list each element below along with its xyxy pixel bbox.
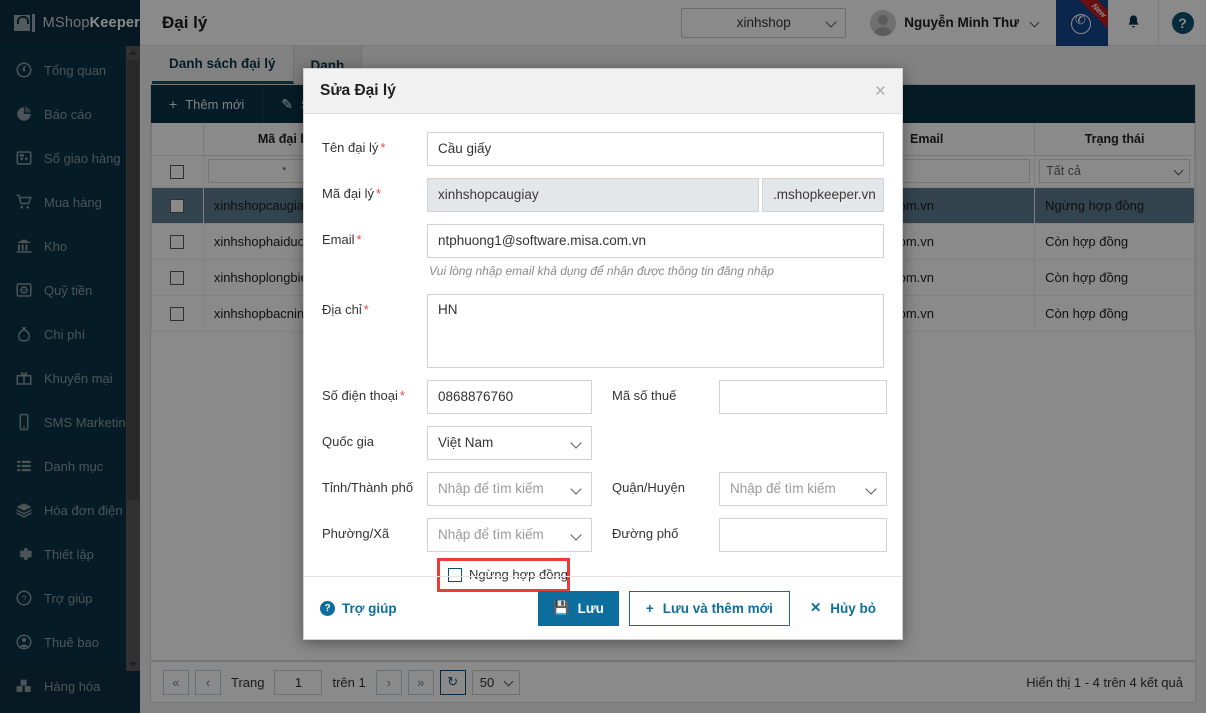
field-row-code: Mã đại lý * xinhshopcaugiay .mshopkeeper.… (322, 178, 884, 212)
field-phone: Số điện thoại * 0868876760 (322, 380, 612, 414)
country-value: Việt Nam (438, 435, 494, 450)
edit-agent-dialog: Sửa Đại lý × Tên đại lý * Cầu giấy Mã đại… (303, 68, 903, 640)
hint-spacer (322, 260, 427, 268)
chevron-down-icon (570, 483, 582, 495)
district-select[interactable]: Nhập để tìm kiếm (719, 472, 887, 506)
control-dia-chi: HN (427, 294, 884, 368)
dialog-actions: 💾 Lưu + Lưu và thêm mới ✕ Hủy bỏ (538, 590, 886, 626)
control-ten-dai-ly: Cầu giấy (427, 132, 884, 166)
dialog-body: Tên đại lý * Cầu giấy Mã đại lý * xinhshop… (304, 114, 902, 595)
control-quan-huyen: Nhập để tìm kiếm (719, 472, 887, 506)
control-ma-dai-ly: xinhshopcaugiay .mshopkeeper.vn (427, 178, 884, 212)
label-dia-chi: Địa chỉ * (322, 302, 369, 317)
country-select[interactable]: Việt Nam (427, 426, 592, 460)
control-tinh-thanh-pho: Nhập để tìm kiếm (427, 472, 592, 506)
control-phuong-xa: Nhập để tìm kiếm (427, 518, 592, 552)
ward-placeholder: Nhập để tìm kiếm (438, 527, 544, 542)
control-quoc-gia: Việt Nam (427, 426, 592, 460)
label-quan-huyen: Quận/Huyện (612, 480, 685, 495)
plus-icon: + (645, 600, 654, 616)
ward-select[interactable]: Nhập để tìm kiếm (427, 518, 592, 552)
field-country: Quốc gia Việt Nam (322, 426, 612, 460)
required-star: * (376, 186, 382, 201)
district-placeholder: Nhập để tìm kiếm (730, 481, 836, 496)
cancel-button[interactable]: ✕ Hủy bỏ (800, 591, 886, 626)
agent-name-input[interactable]: Cầu giấy (427, 132, 884, 166)
email-input[interactable]: ntphuong1@software.misa.com.vn (427, 224, 884, 258)
question-icon: ? (320, 600, 335, 616)
phone-input[interactable]: 0868876760 (427, 380, 592, 414)
required-star: * (380, 140, 386, 155)
field-tax: Mã số thuế (612, 380, 887, 414)
dialog-footer: ? Trợ giúp 💾 Lưu + Lưu và thêm mới ✕ Hủy… (304, 576, 902, 639)
help-link-label: Trợ giúp (342, 600, 397, 616)
field-province: Tỉnh/Thành phố Nhập để tìm kiếm (322, 472, 612, 506)
label-phuong-xa: Phường/Xã (322, 526, 390, 541)
required-star: * (399, 388, 405, 403)
province-select[interactable]: Nhập để tìm kiếm (427, 472, 592, 506)
label-email: Email * (322, 232, 362, 247)
save-disk-icon: 💾 (553, 600, 570, 615)
label-ten-dai-ly: Tên đại lý * (322, 140, 386, 155)
field-district: Quận/Huyện Nhập để tìm kiếm (612, 472, 887, 506)
field-row-country: Quốc gia Việt Nam (322, 426, 884, 460)
control-ma-so-thue (719, 380, 887, 414)
email-hint-text: Vui lòng nhập email khả dụng để nhận đượ… (429, 264, 774, 278)
chevron-down-icon (865, 483, 877, 495)
chevron-down-icon (570, 437, 582, 449)
control-email-hint: Vui lòng nhập email khả dụng để nhận đượ… (427, 260, 884, 288)
field-row-name: Tên đại lý * Cầu giấy (322, 132, 884, 166)
label-ma-dai-ly: Mã đại lý * (322, 186, 382, 201)
label-tinh-thanh-pho: Tỉnh/Thành phố (322, 480, 414, 495)
address-textarea[interactable]: HN (427, 294, 884, 368)
save-and-add-button[interactable]: + Lưu và thêm mới (628, 590, 790, 626)
label-duong-pho: Đường phố (612, 526, 679, 541)
save-button[interactable]: 💾 Lưu (538, 590, 619, 626)
field-row-address: Địa chỉ * HN (322, 294, 884, 368)
field-row-email-hint: Vui lòng nhập email khả dụng để nhận đượ… (322, 260, 884, 288)
control-duong-pho (719, 518, 887, 552)
label-ma-so-thue: Mã số thuế (612, 388, 677, 403)
agent-code-input[interactable]: xinhshopcaugiay (427, 178, 759, 212)
required-star: * (363, 302, 369, 317)
label-so-dien-thoai: Số điện thoại * (322, 388, 405, 403)
control-so-dien-thoai: 0868876760 (427, 380, 592, 414)
dialog-title: Sửa Đại lý (320, 82, 396, 99)
agent-code-domain-suffix: .mshopkeeper.vn (762, 178, 884, 212)
field-row-ward-street: Phường/Xã Nhập để tìm kiếm Đường phố (322, 518, 887, 552)
save-button-label: Lưu (577, 600, 604, 616)
close-icon[interactable]: × (875, 82, 886, 101)
close-x-icon: ✕ (809, 600, 822, 615)
cancel-button-label: Hủy bỏ (830, 600, 876, 616)
province-placeholder: Nhập để tìm kiếm (438, 481, 544, 496)
field-row-phone-tax: Số điện thoại * 0868876760 Mã số thuế (322, 380, 887, 414)
control-email: ntphuong1@software.misa.com.vn (427, 224, 884, 258)
street-input[interactable] (719, 518, 887, 552)
field-ward: Phường/Xã Nhập để tìm kiếm (322, 518, 612, 552)
chevron-down-icon (570, 529, 582, 541)
required-star: * (356, 232, 362, 247)
help-link[interactable]: ? Trợ giúp (320, 600, 397, 616)
dialog-header: Sửa Đại lý × (304, 69, 902, 114)
field-row-province-district: Tỉnh/Thành phố Nhập để tìm kiếm Quận/Huy… (322, 472, 887, 506)
label-quoc-gia: Quốc gia (322, 434, 375, 449)
save-and-add-label: Lưu và thêm mới (662, 600, 773, 616)
field-street: Đường phố (612, 518, 887, 552)
field-row-email: Email * ntphuong1@software.misa.com.vn (322, 224, 884, 258)
tax-code-input[interactable] (719, 380, 887, 414)
